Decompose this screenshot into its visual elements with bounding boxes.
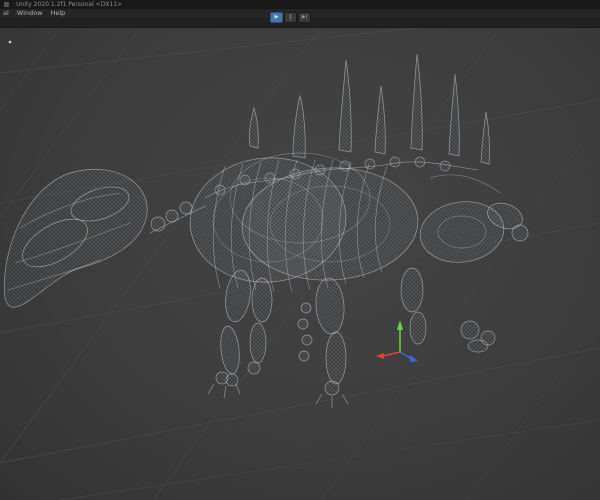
pause-button[interactable]: ‖ (284, 12, 297, 23)
scene-view[interactable] (0, 28, 600, 500)
play-controls: ▶ ‖ ▶| (270, 12, 311, 23)
menu-item-window[interactable]: Window (17, 9, 43, 18)
scene-highlight-dot (8, 40, 12, 44)
skeleton-wireframe-model (4, 53, 529, 408)
gizmo-x-arrowhead[interactable] (376, 353, 384, 359)
play-button[interactable]: ▶ (270, 12, 283, 23)
step-button[interactable]: ▶| (298, 12, 311, 23)
gizmo-x-axis[interactable] (382, 351, 401, 357)
gizmo-z-arrowhead[interactable] (410, 355, 418, 362)
menu-item-partial[interactable]: al (3, 9, 9, 18)
gizmo-y-arrowhead[interactable] (397, 320, 403, 330)
menu-item-help[interactable]: Help (50, 9, 65, 18)
window-titlebar: Unity 2020.1.2f1 Personal <DX11> (0, 0, 600, 9)
scene-canvas (0, 28, 600, 500)
unity-logo-icon (4, 2, 9, 7)
window-title: Unity 2020.1.2f1 Personal <DX11> (16, 1, 123, 8)
